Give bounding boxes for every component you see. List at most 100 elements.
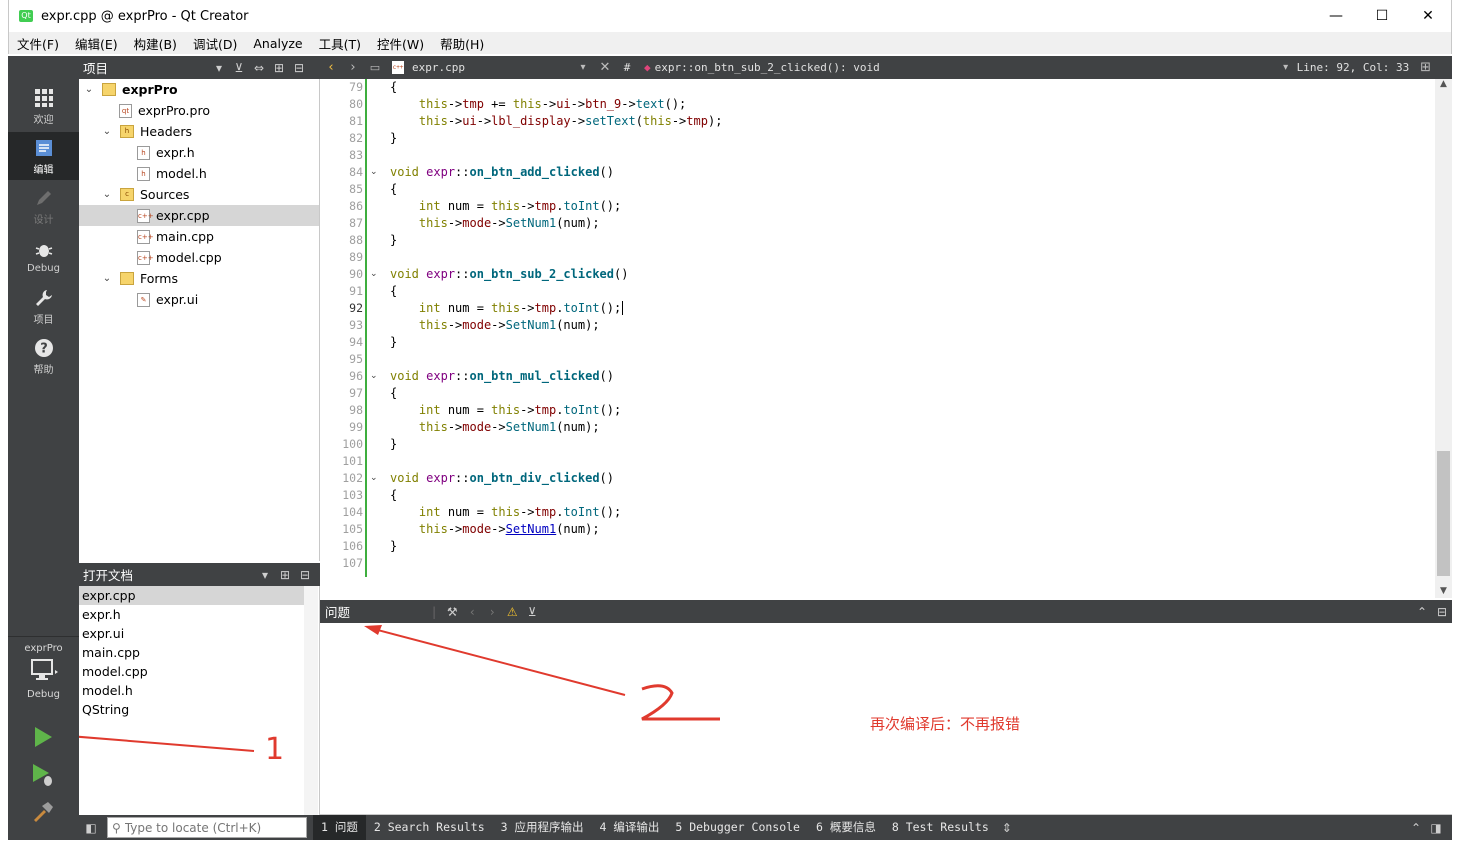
tab-test-results[interactable]: 8 Test Results [884, 815, 997, 840]
back-arrow-icon[interactable]: ‹ [320, 60, 342, 75]
code-line[interactable]: } [390, 538, 397, 555]
sidebar-toggle-icon[interactable]: ◧ [81, 821, 101, 835]
code-line[interactable]: int num = this->tmp.toInt(); [390, 504, 621, 521]
next-icon[interactable]: › [482, 605, 502, 619]
tree-item-expr-ui[interactable]: ✎ expr.ui [79, 289, 319, 310]
code-line[interactable]: { [390, 181, 397, 198]
tree-item-pro-file[interactable]: qt exprPro.pro [79, 100, 319, 121]
symbol-selector[interactable]: expr::on_btn_sub_2_clicked(): void [655, 61, 1275, 74]
fold-chevron-icon[interactable]: ⌄ [370, 470, 380, 487]
debug-run-button[interactable] [30, 762, 56, 788]
mode-help[interactable]: ? 帮助 [8, 332, 79, 380]
filter-icon[interactable]: ⊻ [229, 61, 249, 75]
split-icon[interactable]: ⊞ [1415, 60, 1437, 75]
menu-analyze[interactable]: Analyze [245, 36, 310, 51]
fold-chevron-icon[interactable]: ⌄ [370, 368, 380, 385]
tab-application-output[interactable]: 3 应用程序输出 [493, 815, 592, 840]
mode-debug[interactable]: Debug [8, 232, 79, 280]
code-line[interactable]: this->tmp += this->ui->btn_9->text(); [390, 96, 686, 113]
tree-item-expr-cpp[interactable]: c++ expr.cpp [79, 205, 319, 226]
chevron-down-icon[interactable]: ▾ [1275, 62, 1297, 73]
code-line[interactable]: void expr::on_btn_div_clicked() [390, 470, 614, 487]
split-icon[interactable]: ⊞ [269, 61, 289, 75]
code-line[interactable]: { [390, 283, 397, 300]
sidebar-right-toggle-icon[interactable]: ◨ [1426, 821, 1446, 835]
code-line[interactable]: void expr::on_btn_mul_clicked() [390, 368, 614, 385]
mode-design[interactable]: 设计 [8, 182, 79, 230]
code-line[interactable]: } [390, 334, 397, 351]
locator-input[interactable] [124, 820, 295, 835]
code-line[interactable]: void expr::on_btn_sub_2_clicked() [390, 266, 628, 283]
warning-icon[interactable]: ⚠ [502, 605, 522, 619]
chevron-down-icon[interactable]: ⌄ [100, 273, 114, 284]
minimize-button[interactable]: — [1313, 0, 1359, 32]
maximize-pane-icon[interactable]: ⌃ [1412, 605, 1432, 619]
editor-scrollbar[interactable]: ▲ ▼ [1435, 79, 1452, 598]
menu-tools[interactable]: 工具(T) [311, 34, 369, 53]
code-line[interactable]: } [390, 436, 397, 453]
tree-item-exprpro[interactable]: ⌄ exprPro [79, 79, 319, 100]
run-button[interactable] [30, 724, 56, 750]
tree-item-main-cpp[interactable]: c++ main.cpp [79, 226, 319, 247]
more-tabs-icon[interactable]: ⇕ [997, 821, 1017, 835]
locator-field[interactable]: ⚲ [107, 817, 307, 838]
editor-file-name[interactable]: expr.cpp [412, 61, 572, 74]
maximize-button[interactable]: ☐ [1359, 0, 1405, 32]
menu-edit[interactable]: 编辑(E) [67, 34, 126, 53]
hash-symbol[interactable]: # [616, 61, 638, 74]
cursor-position[interactable]: Line: 92, Col: 33 [1297, 61, 1415, 74]
code-line[interactable]: this->mode->SetNum1(num); [390, 419, 600, 436]
filter-icon[interactable]: ⊻ [522, 605, 542, 619]
expand-output-icon[interactable]: ⌃ [1406, 821, 1426, 835]
chevron-down-icon[interactable]: ⌄ [100, 126, 114, 137]
tab-debugger-console[interactable]: 5 Debugger Console [667, 815, 808, 840]
split-icon[interactable]: ⊞ [275, 568, 295, 582]
prev-icon[interactable]: ‹ [462, 605, 482, 619]
menu-controls[interactable]: 控件(W) [369, 34, 432, 53]
forward-arrow-icon[interactable]: › [342, 60, 364, 75]
close-pane-icon[interactable]: ⊟ [1432, 605, 1452, 619]
close-pane-icon[interactable]: ⊟ [295, 568, 315, 582]
chevron-down-icon[interactable]: ▾ [572, 62, 594, 73]
menu-help[interactable]: 帮助(H) [432, 34, 492, 53]
close-document-icon[interactable]: ✕ [594, 60, 616, 75]
code-line[interactable]: int num = this->tmp.toInt(); [390, 402, 621, 419]
chevron-down-icon[interactable]: ▾ [209, 61, 229, 75]
code-line[interactable]: this->mode->SetNum1(num); [390, 317, 600, 334]
code-line[interactable]: { [390, 487, 397, 504]
kit-selector[interactable]: exprPro Debug [8, 636, 79, 716]
tab-general-messages[interactable]: 6 概要信息 [808, 815, 884, 840]
link-icon[interactable]: ⇔ [249, 61, 269, 75]
menu-file[interactable]: 文件(F) [9, 34, 67, 53]
scroll-down-icon[interactable]: ▼ [1435, 586, 1452, 596]
build-button[interactable] [30, 798, 56, 824]
chevron-down-icon[interactable]: ⌄ [100, 189, 114, 200]
menu-debug[interactable]: 调试(D) [185, 34, 245, 53]
mode-welcome[interactable]: 欢迎 [8, 82, 79, 130]
code-line[interactable]: { [390, 79, 397, 96]
code-line[interactable]: } [390, 232, 397, 249]
scrollbar-thumb[interactable] [1437, 451, 1450, 576]
code-line[interactable]: int num = this->tmp.toInt(); [390, 300, 624, 317]
code-line[interactable]: this->mode->SetNum1(num); [390, 521, 600, 538]
mode-edit[interactable]: 编辑 [8, 132, 79, 180]
fold-chevron-icon[interactable]: ⌄ [370, 164, 380, 181]
tab-search-results[interactable]: 2 Search Results [366, 815, 493, 840]
tab-compile-output[interactable]: 4 编译输出 [592, 815, 668, 840]
chevron-down-icon[interactable]: ▾ [255, 568, 275, 582]
menu-build[interactable]: 构建(B) [126, 34, 185, 53]
tree-item-headers[interactable]: ⌄ h Headers [79, 121, 319, 142]
code-line[interactable]: int num = this->tmp.toInt(); [390, 198, 621, 215]
code-line[interactable]: void expr::on_btn_add_clicked() [390, 164, 614, 181]
tree-item-model-cpp[interactable]: c++ model.cpp [79, 247, 319, 268]
scroll-up-icon[interactable]: ▲ [1435, 79, 1452, 89]
mode-projects[interactable]: 项目 [8, 282, 79, 330]
tree-item-model-h[interactable]: h model.h [79, 163, 319, 184]
tree-item-sources[interactable]: ⌄ c Sources [79, 184, 319, 205]
clean-icon[interactable]: ⚒ [442, 605, 462, 619]
close-button[interactable]: ✕ [1405, 0, 1451, 32]
code-editor[interactable]: 79 80 81 82 83 84 ⌄ 85 86 87 88 89 90 ⌄ 91 92 93 94 95 96 ⌄ 9… [320, 79, 1452, 598]
tree-item-expr-h[interactable]: h expr.h [79, 142, 319, 163]
tab-issues[interactable]: 1 问题 [313, 815, 366, 840]
chevron-down-icon[interactable]: ⌄ [82, 84, 96, 95]
